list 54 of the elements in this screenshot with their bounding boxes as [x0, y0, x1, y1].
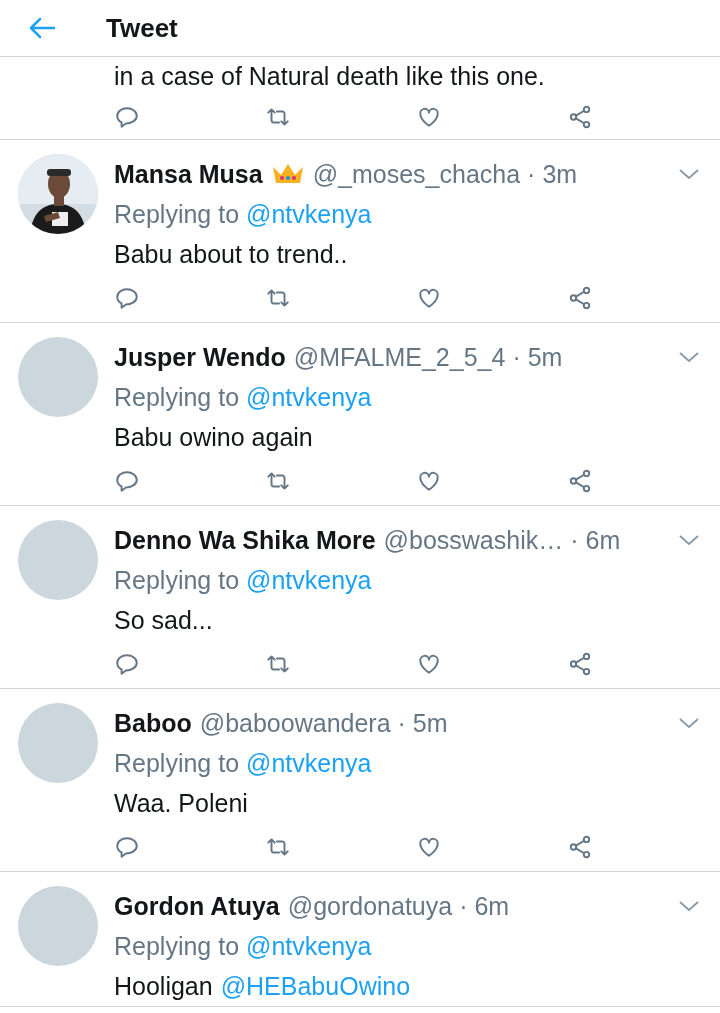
replying-label: Replying to [114, 565, 240, 595]
timestamp: · 6m [570, 525, 621, 555]
share-icon [567, 834, 593, 860]
replying-label: Replying to [114, 748, 240, 778]
user-name: Gordon Atuya [114, 891, 280, 921]
mention-link[interactable]: @ntvkenya [246, 199, 372, 229]
reply-icon [114, 651, 140, 677]
tweet-text: Babu about to trend.. [114, 239, 348, 270]
caret-button[interactable] [678, 899, 700, 913]
back-arrow-icon [28, 16, 56, 40]
user-handle: @gordonatuya [287, 891, 453, 921]
reply-icon [114, 285, 140, 311]
share-icon [567, 104, 593, 130]
timestamp: · 6m [459, 891, 510, 921]
replying-label: Replying to [114, 199, 240, 229]
mention-link[interactable]: @ntvkenya [246, 748, 372, 778]
timestamp: · 3m [527, 159, 578, 189]
share-icon [567, 285, 593, 311]
timestamp: · 5m [512, 342, 563, 372]
tweet-text: Waa. Poleni [114, 788, 248, 819]
mention-link[interactable]: @ntvkenya [246, 382, 372, 412]
caret-button[interactable] [678, 716, 700, 730]
user-name: Mansa Musa [114, 159, 263, 189]
timestamp: · 5m [397, 708, 448, 738]
caret-icon [678, 899, 700, 913]
mention-link[interactable]: @HEBabuOwino [220, 971, 411, 1001]
reply-icon [114, 834, 140, 860]
caret-icon [678, 716, 700, 730]
reply-icon [114, 104, 140, 130]
user-handle: @_moses_chacha [312, 159, 521, 189]
caret-icon [678, 350, 700, 364]
user-handle: @MFALME_2_5_4 [293, 342, 506, 372]
user-name: Jusper Wendo [114, 342, 286, 372]
user-handle: @baboowandera [199, 708, 391, 738]
replying-label: Replying to [114, 931, 240, 961]
share-icon [567, 468, 593, 494]
caret-button[interactable] [678, 350, 700, 364]
tweet-text: Babu owino again [114, 422, 313, 453]
page-title: Tweet [106, 12, 178, 44]
caret-button[interactable] [678, 533, 700, 547]
tweet-text: Hooligan [114, 971, 213, 1002]
user-name: Denno Wa Shika More [114, 525, 376, 555]
user-name: Baboo [114, 708, 192, 738]
replying-label: Replying to [114, 382, 240, 412]
tweet-text: in a case of Natural death like this one. [114, 61, 546, 92]
mention-link[interactable]: @ntvkenya [246, 565, 372, 595]
user-handle: @bosswashik… [383, 525, 564, 555]
reply-icon [114, 468, 140, 494]
caret-icon [678, 167, 700, 181]
caret-icon [678, 533, 700, 547]
mention-link[interactable]: @ntvkenya [246, 931, 372, 961]
caret-button[interactable] [678, 167, 700, 181]
share-icon [567, 651, 593, 677]
tweet-text: So sad... [114, 605, 213, 636]
